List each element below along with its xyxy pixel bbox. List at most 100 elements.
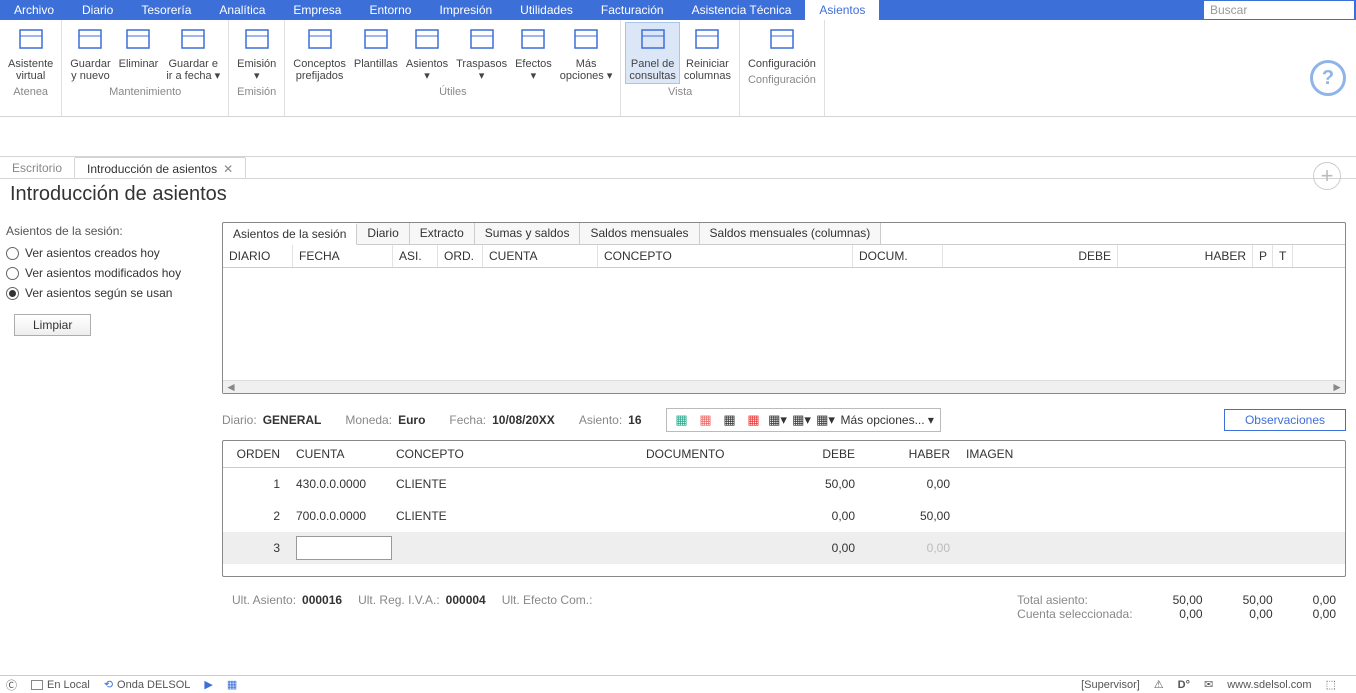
- subtab-saldos-mensuales[interactable]: Saldos mensuales: [580, 223, 699, 244]
- subtab-asientos-de-la-sesi-n[interactable]: Asientos de la sesión: [223, 224, 357, 245]
- entry-th-haber[interactable]: HABER: [863, 441, 958, 467]
- entry-th-concepto[interactable]: CONCEPTO: [388, 441, 638, 467]
- upper-th-diario[interactable]: DIARIO: [223, 245, 293, 267]
- entry-cell-concepto[interactable]: CLIENTE: [388, 471, 638, 497]
- subtab-sumas-y-saldos[interactable]: Sumas y saldos: [475, 223, 581, 244]
- entry-th-debe[interactable]: DEBE: [768, 441, 863, 467]
- upper-th-fecha[interactable]: FECHA: [293, 245, 393, 267]
- entry-cell-orden[interactable]: 1: [223, 471, 288, 497]
- status-play-icon[interactable]: ▶: [204, 678, 212, 691]
- entry-cell-concepto[interactable]: CLIENTE: [388, 503, 638, 529]
- menu-item-archivo[interactable]: Archivo: [0, 0, 68, 20]
- entry-cell-imagen[interactable]: [958, 510, 1058, 522]
- entry-cell-documento[interactable]: [638, 510, 768, 522]
- add-tab-button[interactable]: +: [1313, 162, 1341, 190]
- mas-opciones-button[interactable]: Más opciones... ▾: [841, 413, 934, 427]
- entry-cell-documento[interactable]: [638, 542, 768, 554]
- menu-item-facturaci-n[interactable]: Facturación: [587, 0, 678, 20]
- status-onda[interactable]: ⟲Onda DELSOL: [104, 678, 191, 691]
- radio-2[interactable]: Ver asientos según se usan: [6, 286, 216, 300]
- entry-th-cuenta[interactable]: CUENTA: [288, 441, 388, 467]
- menu-item-impresi-n[interactable]: Impresión: [425, 0, 506, 20]
- search-input[interactable]: Buscar: [1204, 1, 1354, 19]
- menu-item-anal-tica[interactable]: Analítica: [205, 0, 279, 20]
- upper-th-concepto[interactable]: CONCEPTO: [598, 245, 853, 267]
- help-icon[interactable]: ?: [1310, 60, 1346, 96]
- guardar-y-nuevo-button[interactable]: Guardary nuevo: [66, 22, 114, 84]
- efectos-button[interactable]: Efectos▾: [511, 22, 556, 84]
- entry-th-documento[interactable]: DOCUMENTO: [638, 441, 768, 467]
- entry-cell-concepto[interactable]: [388, 542, 638, 554]
- asientos-button[interactable]: Asientos▾: [402, 22, 452, 84]
- menu-item-asientos[interactable]: Asientos: [805, 0, 879, 20]
- entry-cell-haber[interactable]: 0,00: [863, 471, 958, 497]
- cuenta-input[interactable]: [296, 536, 392, 560]
- entry-cell-imagen[interactable]: [958, 478, 1058, 490]
- status-mail-icon[interactable]: ✉: [1204, 678, 1213, 691]
- menu-item-empresa[interactable]: Empresa: [279, 0, 355, 20]
- radio-1[interactable]: Ver asientos modificados hoy: [6, 266, 216, 280]
- upper-th-p[interactable]: P: [1253, 245, 1273, 267]
- upper-th-docum.[interactable]: DOCUM.: [853, 245, 943, 267]
- entry-cell-documento[interactable]: [638, 478, 768, 490]
- close-tab-icon[interactable]: ✕: [223, 162, 233, 176]
- subtab-extracto[interactable]: Extracto: [410, 223, 475, 244]
- subtab-diario[interactable]: Diario: [357, 223, 409, 244]
- menu-item-entorno[interactable]: Entorno: [355, 0, 425, 20]
- upper-th-haber[interactable]: HABER: [1118, 245, 1253, 267]
- tool-icon-3[interactable]: ▦: [721, 411, 739, 429]
- tool-icon-4[interactable]: ▦: [745, 411, 763, 429]
- entry-row[interactable]: 3 0,000,00: [223, 532, 1345, 564]
- status-c-icon[interactable]: Ⓒ: [6, 677, 17, 693]
- tool-icon-7[interactable]: ▦▾: [817, 411, 835, 429]
- upper-th-asi.[interactable]: ASI.: [393, 245, 438, 267]
- entry-cell-cuenta[interactable]: [288, 530, 388, 566]
- entry-cell-haber[interactable]: 0,00: [863, 535, 958, 561]
- entry-cell-orden[interactable]: 3: [223, 535, 288, 561]
- tool-icon-5[interactable]: ▦▾: [769, 411, 787, 429]
- entry-cell-cuenta[interactable]: 700.0.0.0000: [288, 503, 388, 529]
- entry-cell-debe[interactable]: 0,00: [768, 535, 863, 561]
- configuracion-button[interactable]: Configuración: [744, 22, 820, 72]
- tool-icon-6[interactable]: ▦▾: [793, 411, 811, 429]
- traspasos-button[interactable]: Traspasos▾: [452, 22, 511, 84]
- eliminar-button[interactable]: Eliminar: [115, 22, 163, 84]
- entry-cell-haber[interactable]: 50,00: [863, 503, 958, 529]
- status-cloud-icon[interactable]: ⬚: [1326, 678, 1336, 691]
- entry-th-imagen[interactable]: IMAGEN: [958, 441, 1058, 467]
- radio-0[interactable]: Ver asientos creados hoy: [6, 246, 216, 260]
- limpiar-button[interactable]: Limpiar: [14, 314, 91, 336]
- upper-th-ord.[interactable]: ORD.: [438, 245, 483, 267]
- upper-th-cuenta[interactable]: CUENTA: [483, 245, 598, 267]
- mas-opciones-button[interactable]: Másopciones ▾: [556, 22, 617, 84]
- entry-cell-debe[interactable]: 50,00: [768, 471, 863, 497]
- observaciones-button[interactable]: Observaciones: [1224, 409, 1346, 431]
- conceptos-prefijados-button[interactable]: Conceptosprefijados: [289, 22, 350, 84]
- status-warning-icon[interactable]: ⚠: [1154, 678, 1164, 691]
- entry-row[interactable]: 1430.0.0.0000CLIENTE 50,000,00: [223, 468, 1345, 500]
- emision-button[interactable]: Emisión▾: [233, 22, 280, 84]
- entry-cell-debe[interactable]: 0,00: [768, 503, 863, 529]
- entry-cell-imagen[interactable]: [958, 542, 1058, 554]
- upper-th-t[interactable]: T: [1273, 245, 1293, 267]
- status-url[interactable]: www.sdelsol.com: [1227, 679, 1311, 691]
- workspace-tab-introducci-n-de-asientos[interactable]: Introducción de asientos✕: [74, 157, 246, 178]
- subtab-saldos-mensuales--columnas-[interactable]: Saldos mensuales (columnas): [700, 223, 882, 244]
- menu-item-asistencia-t-cnica[interactable]: Asistencia Técnica: [678, 0, 806, 20]
- entry-th-orden[interactable]: ORDEN: [223, 441, 288, 467]
- entry-row[interactable]: 2700.0.0.0000CLIENTE 0,0050,00: [223, 500, 1345, 532]
- panel-de-consultas-button[interactable]: Panel deconsultas: [625, 22, 679, 84]
- upper-th-debe[interactable]: DEBE: [943, 245, 1118, 267]
- status-calendar-icon[interactable]: ▦: [227, 678, 237, 691]
- menu-item-utilidades[interactable]: Utilidades: [506, 0, 587, 20]
- entry-cell-cuenta[interactable]: 430.0.0.0000: [288, 471, 388, 497]
- tool-icon-1[interactable]: ▦: [673, 411, 691, 429]
- workspace-tab-escritorio[interactable]: Escritorio: [0, 157, 74, 178]
- entry-cell-orden[interactable]: 2: [223, 503, 288, 529]
- menu-item-tesorer-a[interactable]: Tesorería: [127, 0, 205, 20]
- scrollbar[interactable]: ◄►: [223, 380, 1345, 393]
- status-en-local[interactable]: En Local: [31, 679, 90, 691]
- reiniciar-columnas-button[interactable]: Reiniciarcolumnas: [680, 22, 735, 84]
- menu-item-diario[interactable]: Diario: [68, 0, 127, 20]
- tool-icon-2[interactable]: ▦: [697, 411, 715, 429]
